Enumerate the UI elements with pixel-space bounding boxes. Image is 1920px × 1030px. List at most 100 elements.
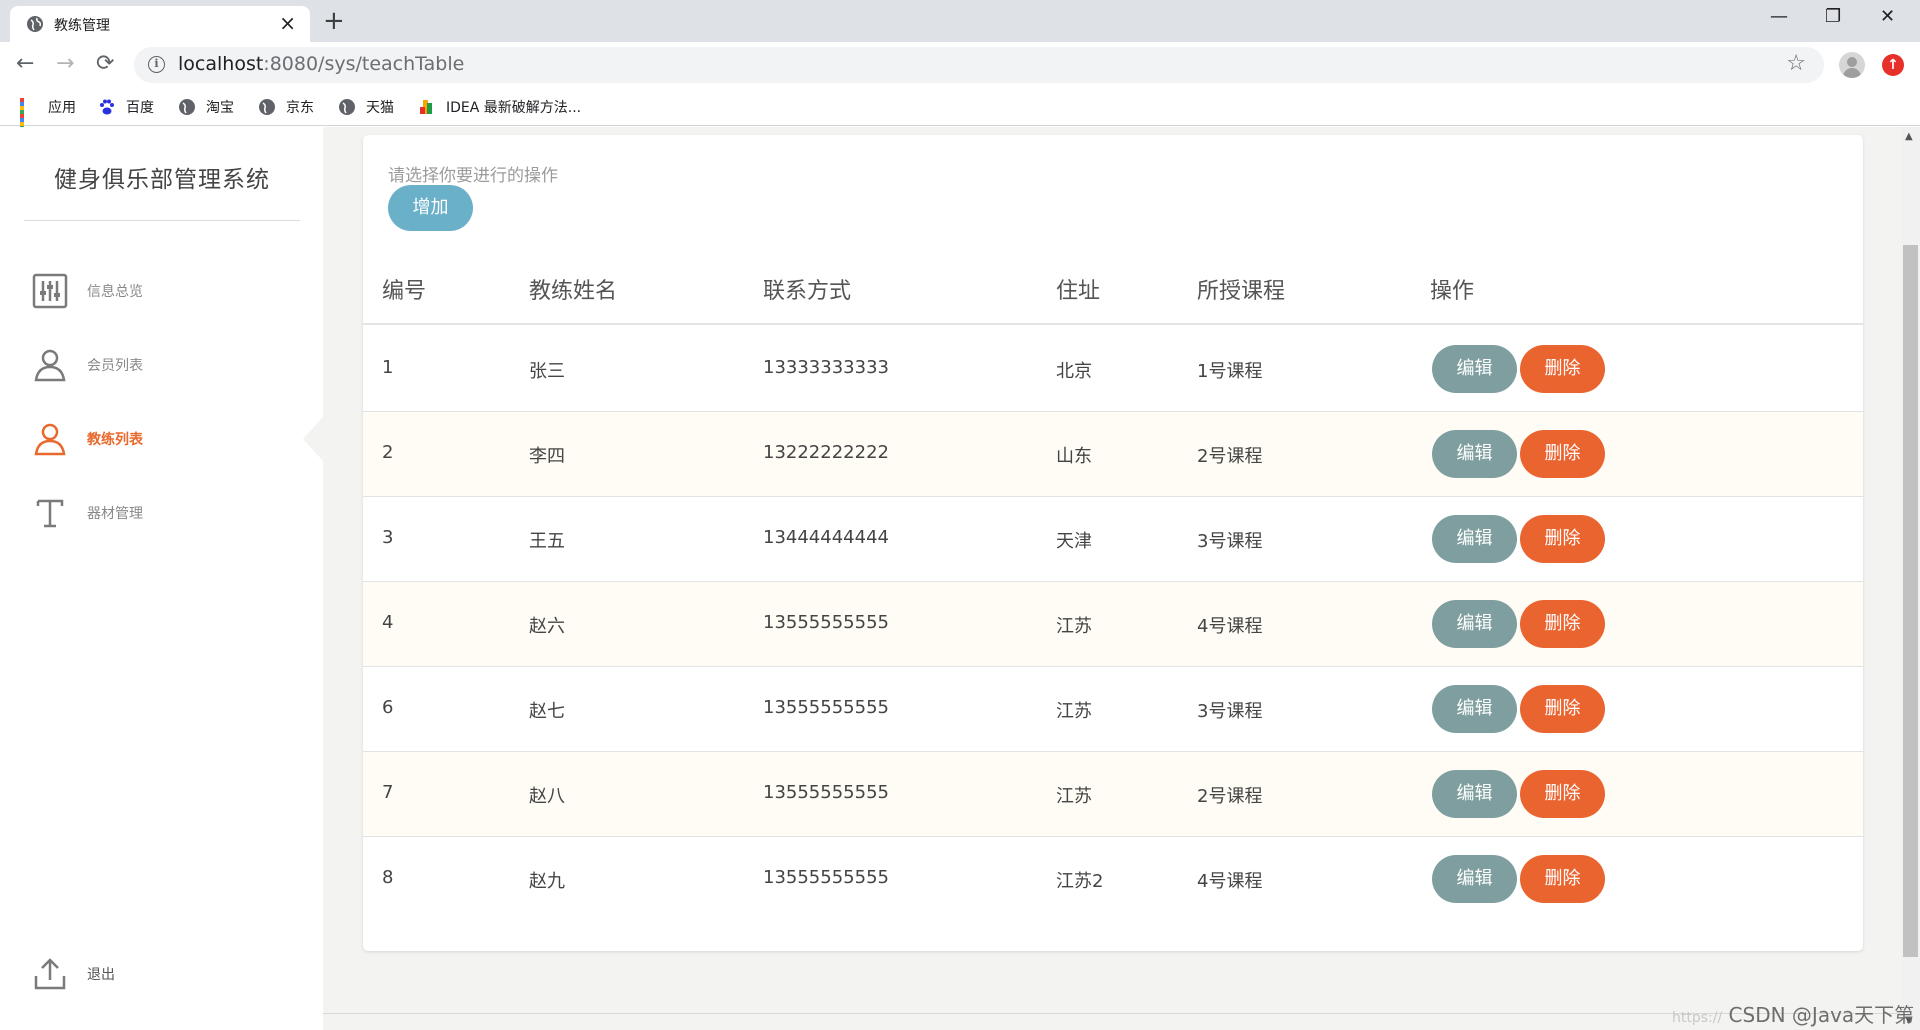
- coach-table-card: 请选择你要进行的操作 增加 编号 教练姓名 联系方式 住址 所授课程 操作 1 …: [363, 135, 1863, 951]
- sidebar-item-label: 教练列表: [87, 432, 143, 448]
- footer-divider: [323, 1013, 1900, 1014]
- sidebar-item-equipment[interactable]: 器材管理: [0, 483, 323, 543]
- active-indicator: [303, 417, 323, 461]
- cell-name: 赵八: [529, 786, 565, 807]
- sidebar-item-coaches[interactable]: 教练列表: [0, 409, 323, 469]
- tab-title: 教练管理: [54, 18, 110, 34]
- bookmark-label: 京东: [286, 100, 314, 116]
- apps-grid-icon: [20, 98, 38, 134]
- delete-button[interactable]: 删除: [1520, 685, 1605, 733]
- cell-phone: 13555555555: [763, 867, 889, 888]
- main-content: 请选择你要进行的操作 增加 编号 教练姓名 联系方式 住址 所授课程 操作 1 …: [323, 127, 1900, 1030]
- column-header: 联系方式: [763, 279, 852, 304]
- globe-icon: [27, 16, 43, 32]
- update-icon[interactable]: ↑: [1882, 54, 1904, 76]
- delete-button[interactable]: 删除: [1520, 515, 1605, 563]
- sidebar-item-label: 器材管理: [87, 506, 143, 522]
- browser-chrome: 教练管理 × + — ❐ ✕ ← → ⟳ i localhost:8080/sy…: [0, 0, 1920, 134]
- bookmark-tmall[interactable]: 天猫: [338, 96, 394, 118]
- sidebar-item-overview[interactable]: 信息总览: [0, 261, 323, 321]
- bookmark-baidu[interactable]: 百度: [98, 96, 154, 118]
- delete-button[interactable]: 删除: [1520, 600, 1605, 648]
- cell-course: 2号课程: [1197, 786, 1263, 807]
- table-row: 2 李四 13222222222 山东 2号课程 编辑 删除: [363, 412, 1863, 497]
- delete-button[interactable]: 删除: [1520, 770, 1605, 818]
- bookmark-label: 百度: [126, 100, 154, 116]
- sidebar-item-label: 会员列表: [87, 358, 143, 374]
- edit-button[interactable]: 编辑: [1432, 430, 1517, 478]
- delete-button[interactable]: 删除: [1520, 430, 1605, 478]
- edit-button[interactable]: 编辑: [1432, 685, 1517, 733]
- window-close-button[interactable]: ✕: [1880, 6, 1895, 27]
- table-row: 8 赵九 13555555555 江苏2 4号课程 编辑 删除: [363, 837, 1863, 922]
- cell-course: 1号课程: [1197, 361, 1263, 382]
- forward-button[interactable]: →: [56, 50, 74, 78]
- sliders-icon: [32, 273, 68, 309]
- add-button[interactable]: 增加: [388, 185, 473, 231]
- edit-button[interactable]: 编辑: [1432, 345, 1517, 393]
- cell-phone: 13555555555: [763, 697, 889, 718]
- browser-toolbar: ← → ⟳ i localhost:8080/sys/teachTable ☆ …: [0, 42, 1920, 88]
- tab-strip: 教练管理 × + — ❐ ✕: [0, 0, 1920, 42]
- column-header: 编号: [382, 279, 427, 304]
- restore-button[interactable]: ❐: [1825, 6, 1841, 27]
- cell-name: 李四: [529, 446, 565, 467]
- logout-button[interactable]: 退出: [0, 944, 323, 1004]
- logout-label: 退出: [87, 967, 115, 983]
- back-button[interactable]: ←: [16, 50, 34, 78]
- scroll-thumb[interactable]: [1903, 245, 1918, 957]
- brand-divider: [24, 220, 300, 221]
- cell-name: 张三: [529, 361, 565, 382]
- tab-close-icon[interactable]: ×: [279, 12, 296, 34]
- operation-hint: 请选择你要进行的操作: [388, 166, 558, 186]
- column-header: 操作: [1430, 279, 1475, 304]
- upload-icon: [34, 958, 66, 990]
- globe-icon: [339, 99, 355, 115]
- edit-button[interactable]: 编辑: [1432, 600, 1517, 648]
- cell-course: 3号课程: [1197, 531, 1263, 552]
- bookmark-idea[interactable]: IDEA 最新破解方法...: [418, 96, 581, 118]
- edit-button[interactable]: 编辑: [1432, 855, 1517, 903]
- minimize-button[interactable]: —: [1770, 6, 1788, 27]
- browser-tab[interactable]: 教练管理 ×: [10, 6, 310, 42]
- new-tab-button[interactable]: +: [323, 7, 345, 35]
- delete-button[interactable]: 删除: [1520, 855, 1605, 903]
- reload-button[interactable]: ⟳: [96, 50, 114, 78]
- scroll-up-arrow-icon[interactable]: ▲: [1905, 131, 1913, 142]
- sidebar-item-members[interactable]: 会员列表: [0, 335, 323, 395]
- table-row: 1 张三 13333333333 北京 1号课程 编辑 删除: [363, 327, 1863, 412]
- cell-id: 7: [382, 782, 394, 803]
- bookmark-label: 应用: [48, 100, 76, 116]
- url-host: localhost: [178, 53, 264, 75]
- url-text[interactable]: localhost:8080/sys/teachTable: [178, 53, 464, 75]
- sidebar: 健身俱乐部管理系统 信息总览 会员列表 教练列表 器材管理 退出: [0, 127, 323, 1030]
- bookmark-apps[interactable]: 应用: [20, 96, 76, 134]
- edit-button[interactable]: 编辑: [1432, 770, 1517, 818]
- csdn-watermark: https:// CSDN @Java天下第1: [1672, 999, 1920, 1030]
- cell-course: 4号课程: [1197, 871, 1263, 892]
- table-row: 7 赵八 13555555555 江苏 2号课程 编辑 删除: [363, 752, 1863, 837]
- brand-title: 健身俱乐部管理系统: [54, 167, 270, 193]
- cell-name: 赵七: [529, 701, 565, 722]
- cell-address: 北京: [1056, 361, 1092, 382]
- cell-name: 王五: [529, 531, 565, 552]
- cell-id: 3: [382, 527, 394, 548]
- bookmark-jd[interactable]: 京东: [258, 96, 314, 118]
- cell-phone: 13555555555: [763, 612, 889, 633]
- profile-avatar-icon[interactable]: [1839, 52, 1865, 78]
- cell-phone: 13555555555: [763, 782, 889, 803]
- user-icon: [34, 349, 66, 382]
- cell-id: 8: [382, 867, 394, 888]
- address-bar[interactable]: i localhost:8080/sys/teachTable ☆: [134, 47, 1824, 83]
- delete-button[interactable]: 删除: [1520, 345, 1605, 393]
- edit-button[interactable]: 编辑: [1432, 515, 1517, 563]
- page-scrollbar[interactable]: ▲ ▼: [1901, 127, 1920, 1030]
- cell-id: 6: [382, 697, 394, 718]
- bookmark-taobao[interactable]: 淘宝: [178, 96, 234, 118]
- site-info-icon[interactable]: i: [148, 56, 165, 73]
- bookmarks-bar: 应用 百度 淘宝 京东 天猫 IDEA 最新破解方法...: [0, 88, 1920, 134]
- bookmark-star-icon[interactable]: ☆: [1786, 51, 1806, 76]
- cell-address: 江苏: [1056, 701, 1092, 722]
- sidebar-item-label: 信息总览: [87, 284, 143, 300]
- cell-course: 2号课程: [1197, 446, 1263, 467]
